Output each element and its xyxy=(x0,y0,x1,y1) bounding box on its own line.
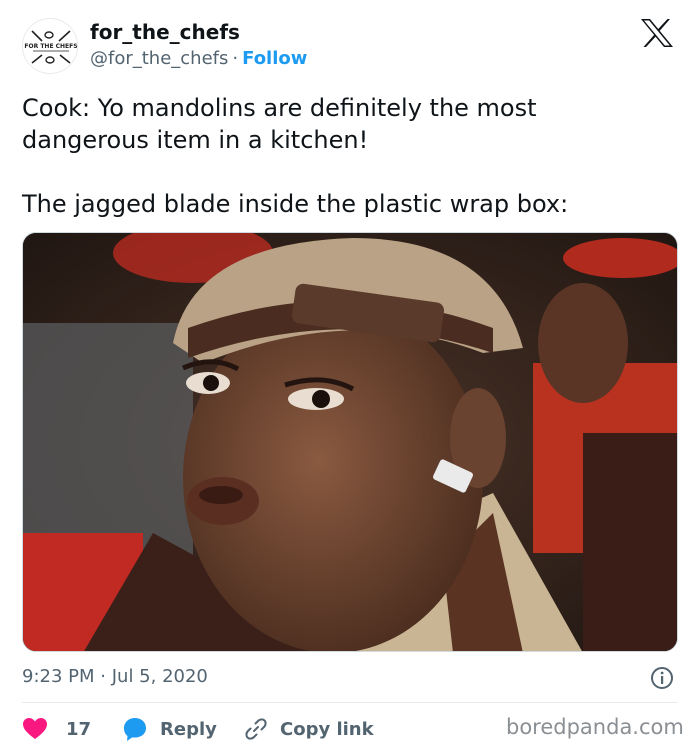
timestamp-separator: · xyxy=(100,666,106,687)
watermark: boredpanda.com xyxy=(506,715,684,739)
handle-row: @for_the_chefs · Follow xyxy=(90,48,307,69)
link-icon xyxy=(245,718,267,740)
divider xyxy=(22,702,678,703)
tweet-text: Cook: Yo mandolins are definitely the mo… xyxy=(22,92,672,220)
avatar[interactable]: FOR THE CHEFS xyxy=(22,18,78,74)
copy-link-label: Copy link xyxy=(280,718,374,740)
chef-logo-icon: FOR THE CHEFS xyxy=(23,19,77,73)
follow-button[interactable]: Follow xyxy=(242,48,307,69)
reply-button[interactable]: Reply xyxy=(122,714,217,744)
reply-label: Reply xyxy=(160,718,217,740)
tweet-time: 9:23 PM xyxy=(22,666,95,687)
reaction-photo-icon xyxy=(23,233,677,651)
tweet-timestamp[interactable]: 9:23 PM · Jul 5, 2020 xyxy=(22,666,208,687)
tweet-date: Jul 5, 2020 xyxy=(111,666,208,687)
tweet-card: FOR THE CHEFS for_the_chefs @for_the_che… xyxy=(0,0,700,756)
like-button[interactable]: 17 xyxy=(22,714,91,744)
like-count: 17 xyxy=(66,718,92,740)
handle-separator: · xyxy=(232,48,239,69)
tweet-line-1: Cook: Yo mandolins are definitely the mo… xyxy=(22,94,537,122)
copy-link-button[interactable]: Copy link xyxy=(244,714,374,744)
tweet-line-3: The jagged blade inside the plastic wrap… xyxy=(22,190,569,218)
author-handle[interactable]: @for_the_chefs xyxy=(90,48,228,69)
heart-icon xyxy=(23,718,47,739)
reply-bubble-icon xyxy=(124,718,146,741)
info-icon[interactable] xyxy=(650,666,674,690)
action-bar: 17 Reply Copy link boredpanda.com xyxy=(22,714,692,744)
tweet-photo[interactable] xyxy=(22,232,678,652)
tweet-line-2: dangerous item in a kitchen! xyxy=(22,126,369,154)
x-logo-icon[interactable] xyxy=(640,18,674,48)
avatar-text: FOR THE CHEFS xyxy=(24,43,77,50)
author-name[interactable]: for_the_chefs xyxy=(90,20,240,44)
